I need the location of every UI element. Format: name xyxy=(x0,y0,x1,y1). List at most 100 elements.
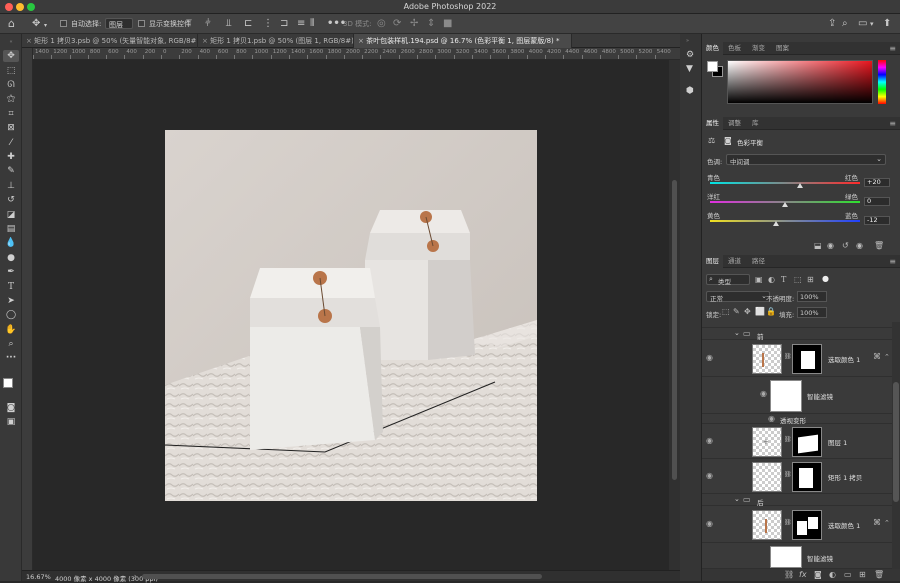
add-mask-icon[interactable]: ◙ xyxy=(814,570,822,579)
hue-slider[interactable] xyxy=(878,60,886,104)
align-vcenter-icon[interactable]: ⫩ xyxy=(205,18,211,29)
layer-group-back[interactable]: ⌄ ▭ 后 xyxy=(702,494,892,507)
lock-all-icon[interactable]: 🔒 xyxy=(766,307,776,316)
filter-toggle-icon[interactable]: ● xyxy=(822,274,829,283)
slider-magenta-green[interactable]: 洋红 绿色 0 xyxy=(707,191,890,207)
slider-thumb[interactable] xyxy=(797,183,803,188)
pen-tool-icon[interactable]: ✒ xyxy=(3,266,19,278)
blend-mode-dropdown[interactable]: 正常 ⌄ xyxy=(706,291,770,303)
panel-menu-icon[interactable]: ≡ xyxy=(889,257,896,266)
tab-swatches[interactable]: 色板 xyxy=(724,42,745,55)
tab-layers[interactable]: 图层 xyxy=(702,255,723,268)
vertical-ruler[interactable] xyxy=(22,48,33,570)
align-top-icon[interactable]: ⫪ xyxy=(186,18,192,29)
link-icon[interactable]: ⛓ xyxy=(784,471,792,478)
vertical-scrollbar[interactable] xyxy=(669,60,680,570)
lock-position-icon[interactable]: ✥ xyxy=(744,307,751,316)
tab-channels[interactable]: 通道 xyxy=(724,255,745,268)
foreground-color-swatch[interactable] xyxy=(707,61,718,72)
layer-row[interactable]: ◉ ⛓ 选取颜色 1 ⌘ ⌃ xyxy=(702,506,892,543)
distribute-h-icon[interactable]: ⦀ xyxy=(310,18,314,29)
3d-panel-icon[interactable]: ⬢ xyxy=(686,86,694,96)
filter-pixel-icon[interactable]: ▣ xyxy=(755,275,763,284)
foreground-color-swatch[interactable] xyxy=(3,378,13,388)
screen-mode-icon[interactable]: ▣ xyxy=(3,416,19,428)
auto-select-dropdown[interactable]: 图层 xyxy=(105,18,133,29)
tab-libraries[interactable]: 库 xyxy=(748,117,763,130)
visibility-eye-icon[interactable]: ◉ xyxy=(706,436,713,445)
visibility-icon[interactable]: ◉ xyxy=(856,241,863,250)
lasso-tool-icon[interactable]: ᘏ xyxy=(3,79,19,91)
filter-smart-object-icon[interactable]: ⊞ xyxy=(807,275,814,284)
reset-icon[interactable]: ↺ xyxy=(842,241,849,250)
link-layers-icon[interactable]: ⛓ xyxy=(784,570,794,579)
slider-thumb[interactable] xyxy=(782,202,788,207)
align-bottom-icon[interactable]: ⫫ xyxy=(226,18,232,29)
magic-wand-tool-icon[interactable]: ⚝ xyxy=(3,93,19,105)
chevron-down-icon[interactable]: ▾ xyxy=(870,19,874,30)
color-field[interactable] xyxy=(727,60,873,104)
slider-value[interactable]: -12 xyxy=(864,216,890,225)
layer-row[interactable]: ◉ 透视变形 xyxy=(702,414,892,425)
layer-row[interactable]: ◉ + ⛓ 图层 1 xyxy=(702,424,892,459)
lock-pixels-icon[interactable]: ⬚ xyxy=(722,307,730,316)
marquee-tool-icon[interactable]: ⬚ xyxy=(3,65,19,77)
tab-color[interactable]: 颜色 xyxy=(702,42,723,55)
layer-mask-thumbnail[interactable] xyxy=(792,462,822,492)
tab-patterns[interactable]: 图案 xyxy=(772,42,793,55)
link-icon[interactable]: ⛓ xyxy=(784,436,792,443)
workspace-icon[interactable]: ▭ xyxy=(858,18,867,29)
dodge-tool-icon[interactable]: ● xyxy=(3,252,19,264)
eyedropper-tool-icon[interactable]: ⁄ xyxy=(3,137,19,149)
collapse-toolbar-icon[interactable]: « xyxy=(3,36,19,48)
hand-tool-icon[interactable]: ✋ xyxy=(3,324,19,336)
align-left-icon[interactable]: ⊏ xyxy=(244,18,252,29)
collapse-panels-icon[interactable]: » xyxy=(686,38,689,44)
align-right-icon[interactable]: ⊐ xyxy=(280,18,288,29)
eraser-tool-icon[interactable]: ◪ xyxy=(3,209,19,221)
panel-menu-icon[interactable]: ≡ xyxy=(889,119,896,128)
home-icon[interactable]: ⌂ xyxy=(8,18,15,29)
fx-icon[interactable]: fx xyxy=(799,570,807,579)
chevron-down-icon[interactable]: ⌄ xyxy=(734,495,740,503)
comments-panel-icon[interactable]: ▼ xyxy=(686,64,693,74)
delete-icon[interactable]: 🗑 xyxy=(874,241,884,250)
shape-tool-icon[interactable]: ◯ xyxy=(3,309,19,321)
lock-artboard-icon[interactable]: ⬜ xyxy=(755,307,765,316)
new-group-icon[interactable]: ▭ xyxy=(844,570,852,579)
new-layer-icon[interactable]: ⊞ xyxy=(859,570,866,579)
stamp-tool-icon[interactable]: ⊥ xyxy=(3,180,19,192)
visibility-eye-icon[interactable]: ◉ xyxy=(760,389,767,398)
type-tool-icon[interactable]: T xyxy=(3,281,19,293)
gradient-tool-icon[interactable]: ▤ xyxy=(3,223,19,235)
layer-row[interactable]: ◉ ⛓ 矩形 1 拷贝 xyxy=(702,459,892,494)
tab-document-3[interactable]: × 茶叶包装样机.194.psd @ 16.7% (色彩平衡 1, 图层蒙版/8… xyxy=(354,34,572,48)
crop-tool-icon[interactable]: ⌗ xyxy=(3,108,19,120)
slider-track[interactable] xyxy=(710,182,860,184)
chevron-down-icon[interactable]: ⌄ xyxy=(734,329,740,337)
healing-tool-icon[interactable]: ✚ xyxy=(3,151,19,163)
tab-document-2[interactable]: × 矩形 1 拷贝1.psb @ 50% (图层 1, RGB/8#) xyxy=(198,34,354,48)
share-document-icon[interactable]: ⬆ xyxy=(883,18,891,29)
visibility-eye-icon[interactable]: ◉ xyxy=(706,353,713,362)
chevron-up-icon[interactable]: ⌃ xyxy=(884,519,890,527)
tone-dropdown[interactable]: 中间调 ⌄ xyxy=(726,154,886,166)
share-icon[interactable]: ⇪ xyxy=(828,18,836,29)
layer-group-front[interactable]: ⌄ ▭ 前 xyxy=(702,328,892,341)
chevron-down-icon[interactable]: ▾ xyxy=(44,20,47,31)
smart-filter-indicator-icon[interactable]: ⌘ xyxy=(873,352,881,361)
view-previous-icon[interactable]: ◉ xyxy=(827,241,834,250)
tab-document-1[interactable]: × 矩形 1 拷贝3.psb @ 50% (矢量智能对象, RGB/8#) xyxy=(22,34,198,48)
fill-input[interactable]: 100% xyxy=(797,307,827,318)
slider-track[interactable] xyxy=(710,220,860,222)
quick-mask-icon[interactable]: ◙ xyxy=(3,402,19,414)
history-brush-tool-icon[interactable]: ↺ xyxy=(3,194,19,206)
scrollbar-thumb[interactable] xyxy=(672,180,677,480)
chevron-up-icon[interactable]: ⌃ xyxy=(884,353,890,361)
blur-tool-icon[interactable]: 💧 xyxy=(3,237,19,249)
edit-toolbar-icon[interactable]: ··· xyxy=(3,352,19,364)
slider-value[interactable]: +20 xyxy=(864,178,890,187)
scrollbar-thumb[interactable] xyxy=(893,382,899,502)
tab-properties[interactable]: 属性 xyxy=(702,117,723,130)
horizontal-scrollbar[interactable] xyxy=(142,574,542,579)
